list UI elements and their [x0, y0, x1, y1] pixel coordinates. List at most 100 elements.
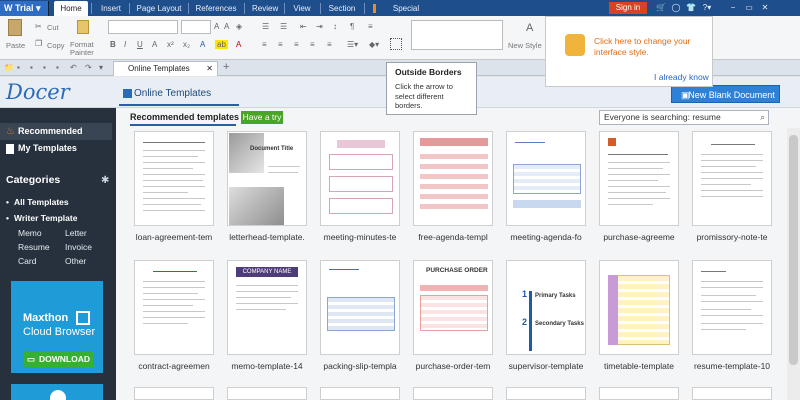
sidebar-sub-other[interactable]: Other: [65, 256, 86, 266]
template-caption[interactable]: packing-slip-templa: [315, 360, 405, 372]
format-painter-button[interactable]: Format Painter: [70, 41, 94, 57]
template-caption[interactable]: purchase-agreeme: [594, 231, 684, 243]
sidebar-sub-letter[interactable]: Letter: [65, 228, 87, 238]
font-size-box[interactable]: [181, 20, 211, 34]
copy-button[interactable]: Copy: [47, 41, 65, 50]
save-icon[interactable]: ▪: [17, 63, 20, 72]
shading-icon[interactable]: ◆▾: [369, 40, 379, 49]
template-caption[interactable]: free-agenda-templ: [408, 231, 498, 243]
template-caption[interactable]: letterhead-template.: [222, 231, 312, 243]
font-name-box[interactable]: [108, 20, 178, 34]
format-painter-icon[interactable]: [77, 20, 89, 34]
template-card-packing-slip[interactable]: [320, 260, 400, 355]
scissors-icon[interactable]: ✂: [35, 22, 42, 31]
template-card-timetable[interactable]: [599, 260, 679, 355]
online-templates-heading[interactable]: Online Templates: [118, 84, 240, 104]
template-card[interactable]: [599, 387, 679, 400]
help-icon[interactable]: ?▾: [700, 3, 714, 13]
template-caption[interactable]: purchase-order-tem: [408, 360, 498, 372]
sidebar-item-all-templates[interactable]: All Templates: [14, 197, 69, 207]
sidebar-sub-card[interactable]: Card: [18, 256, 36, 266]
sidebar-item-recommended[interactable]: Recommended: [0, 123, 112, 140]
template-card[interactable]: [692, 387, 772, 400]
template-card-letterhead[interactable]: Document Title: [227, 131, 307, 226]
justify-icon[interactable]: ≡: [310, 40, 315, 49]
search-icon[interactable]: ⌕: [760, 111, 765, 124]
docer-logo[interactable]: Docer: [6, 80, 86, 104]
align-right-icon[interactable]: ≡: [294, 40, 299, 49]
template-caption[interactable]: supervisor-template: [501, 360, 591, 372]
template-card-loan-agreement[interactable]: [134, 131, 214, 226]
tab-online-templates[interactable]: Online Templates ✕: [113, 61, 218, 76]
template-card-contract-agreement[interactable]: [134, 260, 214, 355]
outside-borders-icon[interactable]: [390, 38, 402, 50]
redo-icon[interactable]: ↷: [85, 63, 92, 72]
text-effect-icon[interactable]: A: [200, 40, 205, 49]
template-card[interactable]: [227, 387, 307, 400]
template-caption[interactable]: contract-agreemen: [129, 360, 219, 372]
template-caption[interactable]: promissory-note-te: [687, 231, 777, 243]
settings-gear-icon[interactable]: ✱: [101, 175, 109, 186]
template-caption[interactable]: resume-template-10: [687, 360, 777, 372]
bullets-icon[interactable]: ☰: [262, 22, 269, 31]
clear-format-icon[interactable]: ◈: [236, 22, 242, 31]
app-menu-button[interactable]: W Trial ▾: [0, 1, 49, 16]
scrollbar-thumb[interactable]: [789, 135, 798, 365]
template-card[interactable]: [413, 387, 493, 400]
align-center-icon[interactable]: ≡: [278, 40, 283, 49]
template-card-resume[interactable]: [692, 260, 772, 355]
template-card-purchase-order[interactable]: PURCHASE ORDER: [413, 260, 493, 355]
bold-icon[interactable]: B: [110, 40, 116, 49]
menu-tab-view[interactable]: View: [291, 1, 313, 16]
template-caption[interactable]: timetable-template: [594, 360, 684, 372]
template-card[interactable]: [134, 387, 214, 400]
template-card[interactable]: [506, 387, 586, 400]
styles-gallery[interactable]: [411, 20, 503, 50]
new-style-icon[interactable]: A: [526, 22, 533, 34]
change-interface-style-link[interactable]: Click here to change your interface styl…: [594, 36, 704, 58]
skin-shirt-icon[interactable]: 👕: [686, 3, 696, 13]
subscript-icon[interactable]: x₂: [183, 40, 190, 49]
sidebar-item-writer-template[interactable]: Writer Template: [14, 213, 77, 223]
ad-download-button[interactable]: ▭ DOWNLOAD: [23, 351, 93, 367]
close-icon[interactable]: ✕: [760, 3, 770, 13]
sidebar-sub-memo[interactable]: Memo: [18, 228, 42, 238]
restore-icon[interactable]: ▭: [744, 3, 754, 13]
open-folder-icon[interactable]: 📁: [4, 63, 14, 72]
export-pdf-icon[interactable]: ▪: [56, 63, 59, 72]
quick-access-dropdown-icon[interactable]: ▾: [99, 63, 103, 72]
menu-tab-review[interactable]: Review: [252, 1, 278, 16]
template-caption[interactable]: meeting-agenda-fo: [501, 231, 591, 243]
template-card-free-agenda[interactable]: [413, 131, 493, 226]
numbering-icon[interactable]: ☰: [280, 22, 287, 31]
italic-icon[interactable]: I: [124, 40, 126, 49]
align-left-icon[interactable]: ≡: [262, 40, 267, 49]
font-color-icon[interactable]: A: [236, 40, 241, 49]
grow-font-icon[interactable]: A: [214, 22, 219, 31]
have-a-try-button[interactable]: Have a try: [241, 111, 283, 124]
menu-tab-home[interactable]: Home: [54, 1, 88, 16]
sidebar-sub-invoice[interactable]: Invoice: [65, 242, 92, 252]
sign-in-button[interactable]: Sign in: [609, 2, 647, 14]
i-already-know-link[interactable]: I already know: [654, 72, 709, 82]
strikethrough-icon[interactable]: A: [152, 40, 157, 49]
outdent-icon[interactable]: ⇥: [316, 22, 323, 31]
undo-icon[interactable]: ↶: [70, 63, 77, 72]
paste-button[interactable]: Paste: [6, 41, 25, 50]
menu-tab-special-features[interactable]: Special Features: [377, 1, 435, 28]
sidebar-sub-resume[interactable]: Resume: [18, 242, 50, 252]
menu-tab-page-layout[interactable]: Page Layout: [136, 1, 182, 16]
template-card-meeting-minutes[interactable]: [320, 131, 400, 226]
menu-tab-section[interactable]: Section: [327, 1, 357, 16]
print-icon[interactable]: ▪: [30, 63, 33, 72]
template-card-meeting-agenda[interactable]: [506, 131, 586, 226]
shrink-font-icon[interactable]: A: [224, 22, 229, 31]
template-caption[interactable]: meeting-minutes-te: [315, 231, 405, 243]
cart-icon[interactable]: 🛒: [656, 3, 666, 13]
preview-icon[interactable]: ▪: [43, 63, 46, 72]
new-tab-icon[interactable]: +: [223, 61, 229, 73]
line-spacing-icon[interactable]: ≡: [368, 22, 373, 31]
distribute-icon[interactable]: ≡: [327, 40, 332, 49]
show-marks-icon[interactable]: ¶: [350, 22, 354, 31]
new-blank-document-button[interactable]: ▣ New Blank Document: [671, 85, 780, 103]
